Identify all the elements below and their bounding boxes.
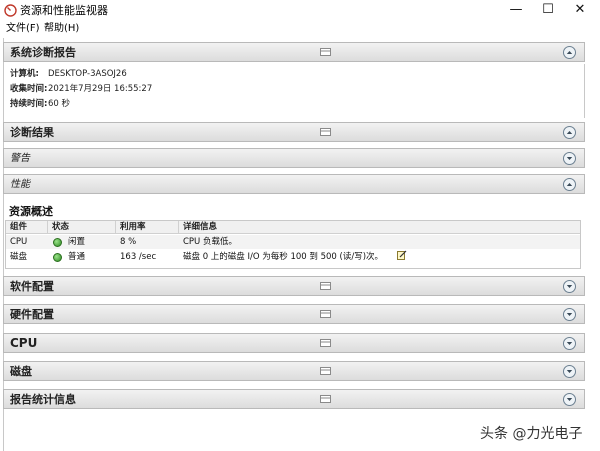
table-view-icon[interactable] bbox=[320, 128, 331, 136]
status-ok-icon bbox=[53, 253, 62, 262]
close-button[interactable]: ✕ bbox=[564, 0, 596, 22]
section-title: CPU bbox=[10, 336, 38, 350]
collapse-icon[interactable] bbox=[563, 126, 576, 139]
collapse-icon[interactable] bbox=[563, 46, 576, 59]
table-view-icon[interactable] bbox=[320, 282, 331, 290]
section-title: 诊断结果 bbox=[10, 126, 54, 139]
maximize-button[interactable]: ☐ bbox=[532, 0, 564, 22]
system-info-box: 计算机: DESKTOP-3ASOJ26 收集时间: 2021年7月29日 16… bbox=[3, 64, 585, 118]
menu-help[interactable]: 帮助(H) bbox=[44, 22, 79, 36]
table-view-icon[interactable] bbox=[320, 48, 331, 56]
table-row[interactable] bbox=[6, 235, 580, 249]
window-title: 资源和性能监视器 bbox=[20, 4, 108, 17]
menu-file[interactable]: 文件(F) bbox=[6, 22, 40, 36]
cell-status: 普通 bbox=[68, 252, 86, 262]
collected-label: 收集时间: bbox=[10, 84, 48, 94]
section-title: 磁盘 bbox=[10, 365, 32, 378]
table-view-icon[interactable] bbox=[320, 395, 331, 403]
section-cpu[interactable]: CPU bbox=[3, 333, 585, 353]
section-statistics[interactable]: 报告统计信息 bbox=[3, 389, 585, 409]
duration-value: 60 秒 bbox=[48, 99, 71, 109]
app-monitor-icon bbox=[4, 4, 17, 17]
resource-overview-title: 资源概述 bbox=[9, 205, 53, 218]
section-title: 性能 bbox=[10, 179, 30, 190]
column-header[interactable]: 利用率 bbox=[116, 221, 179, 234]
cell-details: CPU 负载低。 bbox=[183, 237, 237, 247]
column-header[interactable]: 组件 bbox=[6, 221, 48, 234]
section-hardware[interactable]: 硬件配置 bbox=[3, 304, 585, 324]
expand-icon[interactable] bbox=[563, 393, 576, 406]
section-title: 警告 bbox=[10, 153, 30, 164]
watermark-text: 头条 @力光电子 bbox=[480, 426, 583, 442]
section-software[interactable]: 软件配置 bbox=[3, 276, 585, 296]
collected-value: 2021年7月29日 16:55:27 bbox=[48, 84, 153, 94]
column-header[interactable]: 详细信息 bbox=[179, 221, 580, 234]
computer-value: DESKTOP-3ASOJ26 bbox=[48, 69, 127, 79]
section-title: 报告统计信息 bbox=[10, 393, 76, 406]
expand-icon[interactable] bbox=[563, 152, 576, 165]
column-header[interactable]: 状态 bbox=[48, 221, 116, 234]
expand-icon[interactable] bbox=[563, 365, 576, 378]
section-disk[interactable]: 磁盘 bbox=[3, 361, 585, 381]
cell-component: 磁盘 bbox=[10, 252, 28, 262]
section-system-report[interactable]: 系统诊断报告 bbox=[3, 42, 585, 62]
section-diagnosis[interactable]: 诊断结果 bbox=[3, 122, 585, 142]
cell-status: 闲置 bbox=[68, 237, 86, 247]
menu-bar: 文件(F) 帮助(H) bbox=[0, 22, 600, 37]
section-title: 系统诊断报告 bbox=[10, 46, 76, 59]
expand-icon[interactable] bbox=[563, 308, 576, 321]
section-warnings[interactable]: 警告 bbox=[3, 148, 585, 168]
edit-note-icon[interactable] bbox=[397, 250, 407, 260]
section-title: 硬件配置 bbox=[10, 308, 54, 321]
minimize-button[interactable]: — bbox=[500, 0, 532, 22]
cell-usage: 8 % bbox=[120, 237, 137, 247]
title-bar: 资源和性能监视器 — ☐ ✕ bbox=[0, 0, 600, 22]
computer-label: 计算机: bbox=[10, 69, 39, 79]
cell-component: CPU bbox=[10, 237, 28, 247]
table-view-icon[interactable] bbox=[320, 367, 331, 375]
status-ok-icon bbox=[53, 238, 62, 247]
cell-usage: 163 /sec bbox=[120, 252, 157, 262]
collapse-icon[interactable] bbox=[563, 178, 576, 191]
expand-icon[interactable] bbox=[563, 337, 576, 350]
expand-icon[interactable] bbox=[563, 280, 576, 293]
resource-table: 组件 状态 利用率 详细信息 CPU 闲置 8 % CPU 负载低。 磁盘 普通… bbox=[5, 220, 581, 269]
section-title: 软件配置 bbox=[10, 280, 54, 293]
cell-details: 磁盘 0 上的磁盘 I/O 为每秒 100 到 500 (读/写)次。 bbox=[183, 252, 384, 262]
section-performance[interactable]: 性能 bbox=[3, 174, 585, 194]
table-view-icon[interactable] bbox=[320, 310, 331, 318]
table-view-icon[interactable] bbox=[320, 339, 331, 347]
duration-label: 持续时间: bbox=[10, 99, 48, 109]
